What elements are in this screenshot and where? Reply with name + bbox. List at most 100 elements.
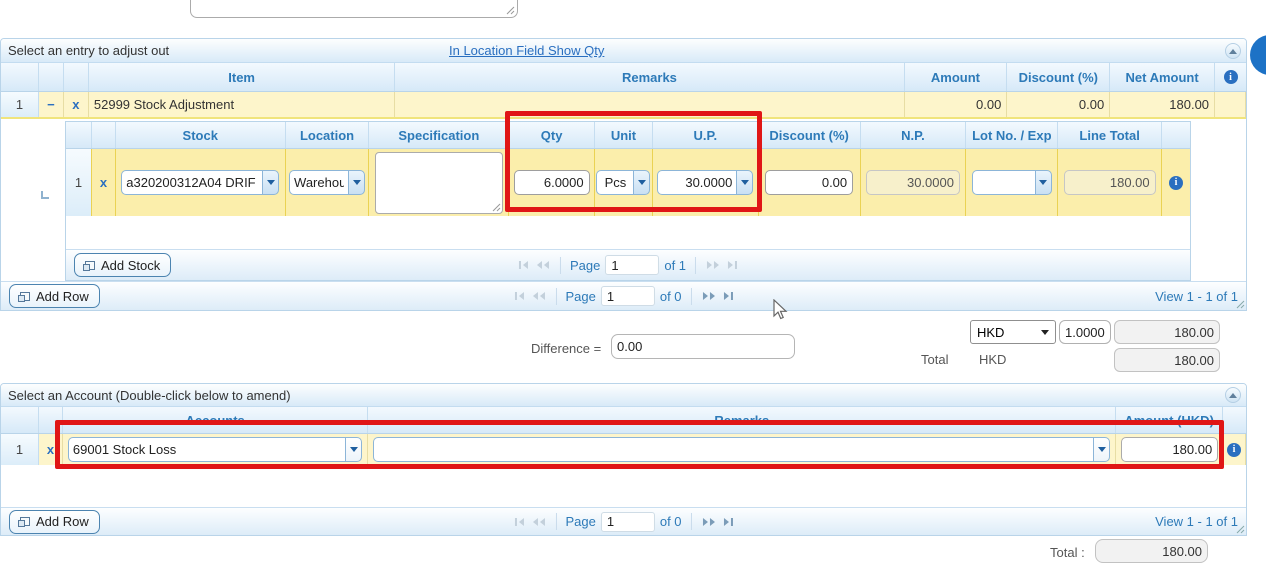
currency-select[interactable]: HKD [970, 320, 1056, 344]
resize-grip-icon[interactable] [506, 6, 515, 15]
collapse-row-icon[interactable]: − [47, 98, 55, 111]
chevron-down-icon [353, 180, 361, 185]
remarks-cell[interactable] [395, 92, 904, 117]
info-icon[interactable]: i [1227, 443, 1241, 457]
lot-no-input[interactable] [972, 170, 1035, 195]
difference-input[interactable] [611, 334, 795, 359]
view-records-label: View 1 - 1 of 1 [1155, 514, 1238, 529]
stock-combobox[interactable] [121, 170, 279, 195]
lot-no-combobox[interactable] [972, 170, 1052, 195]
next-page-button[interactable] [705, 259, 721, 271]
of-label: of 0 [660, 514, 682, 529]
resize-grip-icon[interactable] [1236, 300, 1245, 309]
delete-row-icon[interactable]: x [47, 443, 54, 456]
header-np: N.P. [861, 122, 967, 148]
prev-page-button[interactable] [530, 290, 546, 302]
dropdown-button[interactable] [736, 170, 753, 195]
collapse-panel-button[interactable] [1225, 387, 1241, 403]
delete-row-cell[interactable]: x [92, 149, 116, 216]
location-combobox[interactable] [289, 170, 365, 195]
entries-toolbar: Add Row Page of 0 View 1 - 1 of 1 [1, 281, 1246, 310]
info-icon[interactable]: i [1224, 70, 1238, 84]
entries-header-row: Item Remarks Amount Discount (%) Net Amo… [1, 63, 1246, 92]
header-lot-no: Lot No. / Exp [966, 122, 1058, 148]
page-input[interactable] [601, 286, 655, 306]
first-page-button[interactable] [512, 290, 525, 302]
delete-row-cell[interactable]: x [39, 434, 63, 465]
prev-page-button[interactable] [530, 516, 546, 528]
stock-input[interactable] [121, 170, 262, 195]
first-page-button[interactable] [512, 516, 525, 528]
add-row-button[interactable]: Add Row [9, 284, 100, 308]
note-textarea[interactable] [190, 0, 518, 18]
net-amount-cell: 180.00 [1110, 92, 1215, 117]
dropdown-button[interactable] [348, 170, 365, 195]
dropdown-button[interactable] [633, 170, 650, 195]
header-delete [92, 122, 116, 148]
account-amount-cell [1116, 434, 1223, 465]
dropdown-button[interactable] [1035, 170, 1052, 195]
account-input[interactable] [68, 437, 346, 462]
line-discount-input[interactable] [765, 170, 853, 195]
location-input[interactable] [289, 170, 348, 195]
dropdown-button[interactable] [345, 437, 362, 462]
item-cell[interactable]: 52999 Stock Adjustment [89, 92, 395, 117]
next-page-button[interactable] [701, 516, 717, 528]
first-page-button[interactable] [517, 259, 530, 271]
total-label: Total [921, 352, 948, 367]
view-records-label: View 1 - 1 of 1 [1155, 289, 1238, 304]
page-label: Page [565, 289, 595, 304]
currency-amount-input [1114, 320, 1220, 344]
unit-input[interactable] [596, 170, 633, 195]
delete-row-cell[interactable]: x [64, 92, 89, 117]
exchange-rate-input[interactable] [1059, 320, 1111, 344]
header-info: i [1215, 63, 1246, 91]
last-page-button[interactable] [726, 259, 739, 271]
page-input[interactable] [605, 255, 659, 275]
resize-grip-icon[interactable] [1236, 525, 1245, 534]
floating-action-button[interactable] [1250, 35, 1266, 75]
in-location-show-qty-link[interactable]: In Location Field Show Qty [449, 43, 604, 58]
account-amount-input[interactable] [1121, 437, 1218, 462]
account-remarks-input[interactable] [373, 437, 1093, 462]
add-stock-button[interactable]: Add Stock [74, 253, 171, 277]
net-price-input [866, 170, 960, 195]
account-remarks-combobox[interactable] [373, 437, 1110, 462]
qty-cell [509, 149, 595, 216]
last-page-button[interactable] [722, 290, 735, 302]
dropdown-button[interactable] [262, 170, 279, 195]
net-price-cell [861, 149, 967, 216]
location-cell [286, 149, 370, 216]
accounts-panel: Select an Account (Double-click below to… [0, 383, 1247, 536]
account-remarks-cell [368, 434, 1116, 465]
next-page-button[interactable] [701, 290, 717, 302]
stock-toolbar: Add Stock Page of 1 [66, 249, 1190, 280]
accounts-empty-area [1, 465, 1246, 507]
stock-header-row: Stock Location Specification Qty Unit U.… [66, 122, 1190, 149]
unit-price-combobox[interactable] [657, 170, 753, 195]
row-number: 1 [66, 149, 92, 216]
page-input[interactable] [601, 512, 655, 532]
unit-combobox[interactable] [596, 170, 650, 195]
stock-cell [116, 149, 286, 216]
row-info-cell [1215, 92, 1246, 117]
chevron-down-icon [1098, 447, 1106, 452]
resize-grip-icon[interactable] [492, 203, 501, 212]
stock-adjustment-screen: Select an entry to adjust out In Locatio… [0, 0, 1266, 583]
delete-row-icon[interactable]: x [100, 176, 107, 189]
unit-price-input[interactable] [657, 170, 736, 195]
info-icon[interactable]: i [1169, 176, 1183, 190]
subgrid-empty-area [66, 216, 1190, 249]
collapse-row-cell[interactable]: − [39, 92, 64, 117]
prev-page-button[interactable] [535, 259, 551, 271]
add-row-button[interactable]: Add Row [9, 510, 100, 534]
account-combobox[interactable] [68, 437, 363, 462]
accounts-total-input [1095, 539, 1208, 563]
dropdown-button[interactable] [1093, 437, 1110, 462]
qty-input[interactable] [514, 170, 590, 195]
last-page-button[interactable] [722, 516, 735, 528]
delete-row-icon[interactable]: x [72, 98, 79, 111]
collapse-panel-button[interactable] [1225, 43, 1241, 59]
specification-textarea[interactable] [375, 152, 503, 214]
specification-textarea-wrap [375, 152, 503, 214]
